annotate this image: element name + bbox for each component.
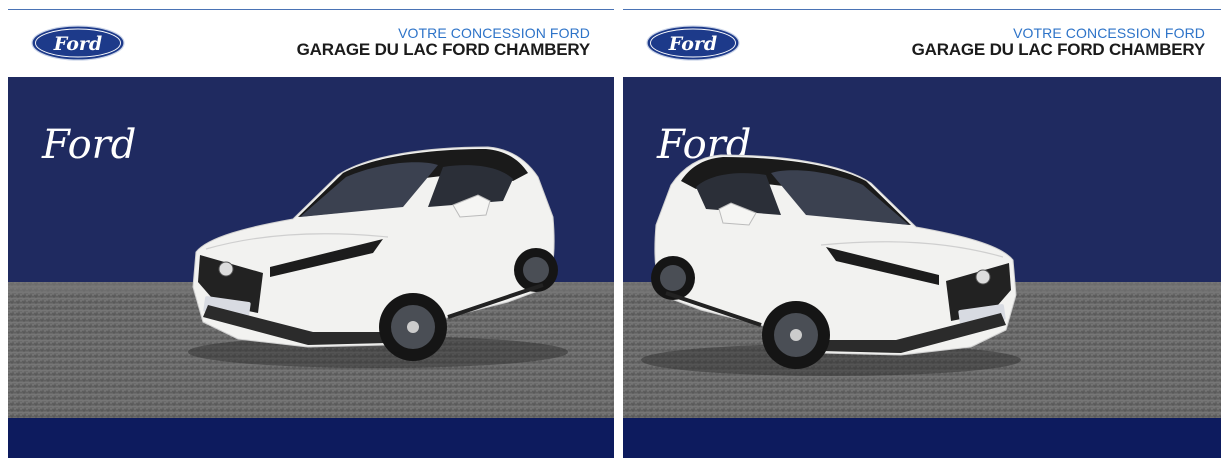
- listing-panel-right: Ford VOTRE CONCESSION FORD GARAGE DU LAC…: [623, 0, 1221, 459]
- ford-oval-wordmark: Ford: [53, 33, 102, 55]
- top-divider: [8, 9, 614, 10]
- vehicle-photo: Ford: [8, 77, 614, 458]
- top-divider: [623, 9, 1221, 10]
- dealer-name: GARAGE DU LAC FORD CHAMBERY: [296, 39, 591, 59]
- dealer-header: VOTRE CONCESSION FORD GARAGE DU LAC FORD…: [296, 25, 591, 59]
- white-suv-front-right: [641, 154, 1021, 376]
- listing-panel-left: Ford VOTRE CONCESSION FORD GARAGE DU LAC…: [8, 0, 614, 459]
- dealer-name: GARAGE DU LAC FORD CHAMBERY: [911, 39, 1206, 59]
- dealer-header: VOTRE CONCESSION FORD GARAGE DU LAC FORD…: [911, 25, 1206, 59]
- dealer-tagline: VOTRE CONCESSION FORD: [398, 25, 590, 41]
- dealer-tagline: VOTRE CONCESSION FORD: [1013, 25, 1205, 41]
- white-suv-front-left: [188, 146, 568, 368]
- ford-oval-logo-icon: Ford: [646, 25, 740, 61]
- ford-oval-logo-icon: Ford: [31, 25, 125, 61]
- ford-oval-wordmark: Ford: [668, 33, 717, 55]
- vehicle-photo: Ford: [623, 77, 1221, 458]
